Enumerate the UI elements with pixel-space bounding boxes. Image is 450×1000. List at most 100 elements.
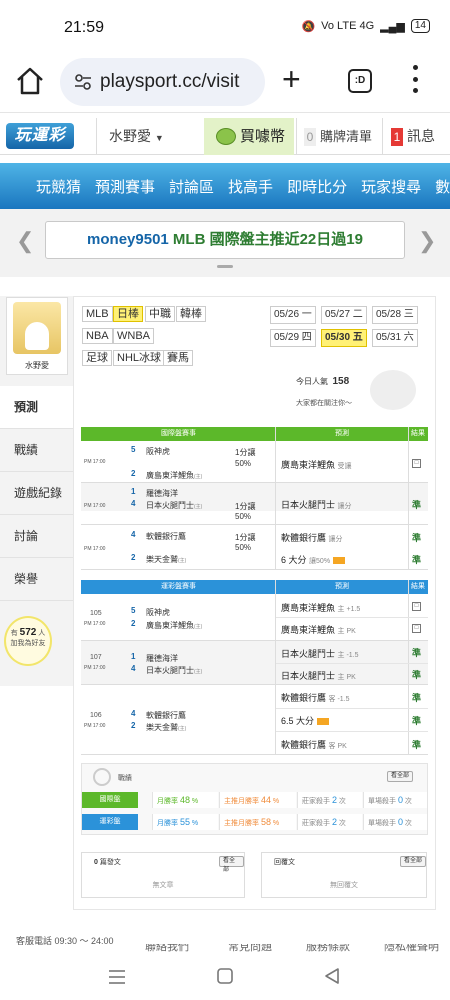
main-nav: 玩競猜 預測賽事 討論區 找高手 即時比分 玩家搜尋 數據 [0, 163, 450, 209]
stat-unit: 次 [338, 820, 346, 827]
replies-empty: 無回覆文 [330, 882, 358, 889]
nav-item-forum[interactable]: 討論區 [169, 176, 214, 197]
game-time: PM 17:00 [84, 723, 106, 729]
messages-button[interactable]: 1 訊息 [382, 118, 450, 155]
local-table-header: 運彩盤賽事 預測 結果 [81, 580, 428, 594]
date-0527[interactable]: 05/27 二 [321, 306, 367, 324]
nav-item-data[interactable]: 數據 [435, 176, 450, 197]
score-home: 2 [131, 553, 136, 562]
tab-switcher-button[interactable]: :D [348, 69, 372, 93]
league-chip-nba[interactable]: NBA [82, 328, 113, 344]
date-0529[interactable]: 05/29 四 [270, 329, 316, 347]
date-0528[interactable]: 05/28 三 [372, 306, 418, 324]
prediction-note: 客 -1.5 [328, 696, 350, 703]
result-hit: 準 [412, 533, 422, 543]
team-home-name: 廣島東洋鯉魚 [146, 471, 194, 480]
site-settings-icon[interactable] [74, 73, 92, 91]
team-away: 羅德海洋 [146, 654, 178, 663]
site-logo[interactable]: 玩運彩 [6, 123, 74, 149]
score-away: 4 [131, 530, 136, 539]
nav-item-predict[interactable]: 預測賽事 [95, 176, 155, 197]
prediction-team: 日本火腿鬥士 [281, 500, 336, 510]
recent-apps-icon[interactable] [108, 969, 126, 985]
score-away: 4 [131, 709, 136, 718]
stat-unit: 次 [338, 798, 346, 805]
nav-item-experts[interactable]: 找高手 [228, 176, 273, 197]
home-nav-icon[interactable] [216, 967, 234, 985]
prediction: 日本火腿鬥士 讓分 [281, 498, 352, 511]
score-home: 2 [131, 469, 136, 478]
main-win-rate: 主推月勝率 44 % [219, 792, 296, 808]
league-chip-soccer[interactable]: 足球 [82, 350, 112, 366]
nav-item-livescore[interactable]: 即時比分 [287, 176, 347, 197]
date-0526[interactable]: 05/26 一 [270, 306, 316, 324]
league-chip-horse[interactable]: 賽馬 [163, 350, 193, 366]
home-icon[interactable] [14, 65, 46, 97]
stat-label: 單場殺手 [368, 798, 396, 805]
stat-label: 月勝率 [157, 798, 178, 805]
followers-badge[interactable]: 有 572 人 加我為好友 [4, 616, 52, 666]
sidebar-item-predict[interactable]: 預測 [0, 386, 73, 429]
league-chip-mlb[interactable]: MLB [82, 306, 113, 322]
nav-item-player-search[interactable]: 玩家搜尋 [361, 176, 421, 197]
prediction-team: 軟體銀行鷹 [281, 693, 327, 703]
nav-item-guess[interactable]: 玩競猜 [36, 176, 81, 197]
chevron-left-icon[interactable]: ❮ [16, 228, 34, 254]
posts-view-all-button[interactable]: 看全部 [219, 856, 244, 873]
pct-sign: % [272, 798, 280, 805]
sidebar-item-game-log[interactable]: 遊戲紀錄 [0, 472, 73, 515]
result-pending-icon: □ [412, 602, 421, 611]
chevron-right-icon[interactable]: ❯ [418, 228, 436, 254]
league-chip-kbo[interactable]: 韓棒 [176, 306, 206, 322]
game-time: PM 17:00 [84, 503, 106, 509]
result-pending-icon: □ [412, 624, 421, 633]
result-hit: 準 [412, 670, 422, 680]
league-chip-cpbl[interactable]: 中職 [145, 306, 175, 322]
avatar[interactable]: 水野愛 [6, 297, 68, 375]
posts-label: 篇發文 [99, 859, 121, 866]
overflow-menu-icon[interactable] [412, 65, 418, 93]
footer-link-faq[interactable]: 常見問題 [228, 944, 272, 954]
sidebar-item-honor[interactable]: 榮譽 [0, 558, 73, 601]
league-chip-npb[interactable]: 日棒 [113, 306, 143, 322]
prediction: 廣島東洋鯉魚 受讓 [281, 458, 352, 471]
pct-sign: % [191, 820, 199, 827]
league-chip-wnba[interactable]: WNBA [113, 328, 154, 344]
sidebar-item-discussion[interactable]: 討論 [0, 515, 73, 558]
url-text: playsport.cc/visit [100, 71, 240, 92]
home-mark: (主) [178, 726, 187, 732]
footer-link-terms[interactable]: 服務條款 [306, 944, 350, 954]
record-view-all-button[interactable]: 看全部 [387, 771, 414, 782]
intl-table-header: 國際盤賽事 預測 結果 [81, 427, 428, 441]
team-home: 廣島東洋鯉魚(主) [146, 470, 202, 481]
prediction: 軟體銀行鷹 讓分 [281, 531, 343, 544]
game-time: PM 17:00 [84, 459, 106, 465]
followers-prefix: 有 [10, 630, 18, 637]
footer-link-privacy[interactable]: 隱私權聲明 [384, 944, 439, 954]
new-tab-icon[interactable]: + [282, 61, 301, 97]
league-chip-nhl[interactable]: NHL冰球 [113, 350, 166, 366]
user-menu[interactable]: 水野愛 ▼ [96, 118, 202, 155]
divider [276, 663, 428, 664]
cart-button[interactable]: 0 購牌清單 [296, 118, 380, 155]
back-icon[interactable] [323, 967, 341, 985]
divider [275, 427, 276, 570]
team-home: 日本火腿鬥士(主) [146, 500, 202, 511]
replies-view-all-button[interactable]: 看全部 [400, 856, 426, 867]
game-time: PM 17:00 [84, 621, 106, 627]
footer-link-contact[interactable]: 聯絡我們 [145, 944, 189, 954]
ticker-banner[interactable]: money9501 MLB 國際盤主推近22日過19 [45, 221, 405, 259]
team-away: 阪神虎 [146, 447, 170, 456]
avatar-name: 水野愛 [25, 361, 49, 370]
address-bar[interactable]: playsport.cc/visit [60, 58, 265, 106]
date-0531[interactable]: 05/31 六 [372, 329, 418, 347]
sidebar-item-record[interactable]: 戰績 [0, 429, 73, 472]
date-0530[interactable]: 05/30 五 [321, 329, 367, 347]
main-win-rate: 主推月勝率 58 % [219, 814, 296, 830]
banker-killer: 莊家殺手 2 次 [297, 792, 362, 808]
buy-coin-button[interactable]: 買噱幣 [204, 118, 294, 155]
signal-icon: ▂▄▆ [380, 20, 405, 33]
prediction-note: 主 PK [337, 674, 356, 681]
result-pending-icon: □ [412, 459, 421, 468]
system-navigation [0, 955, 450, 1000]
